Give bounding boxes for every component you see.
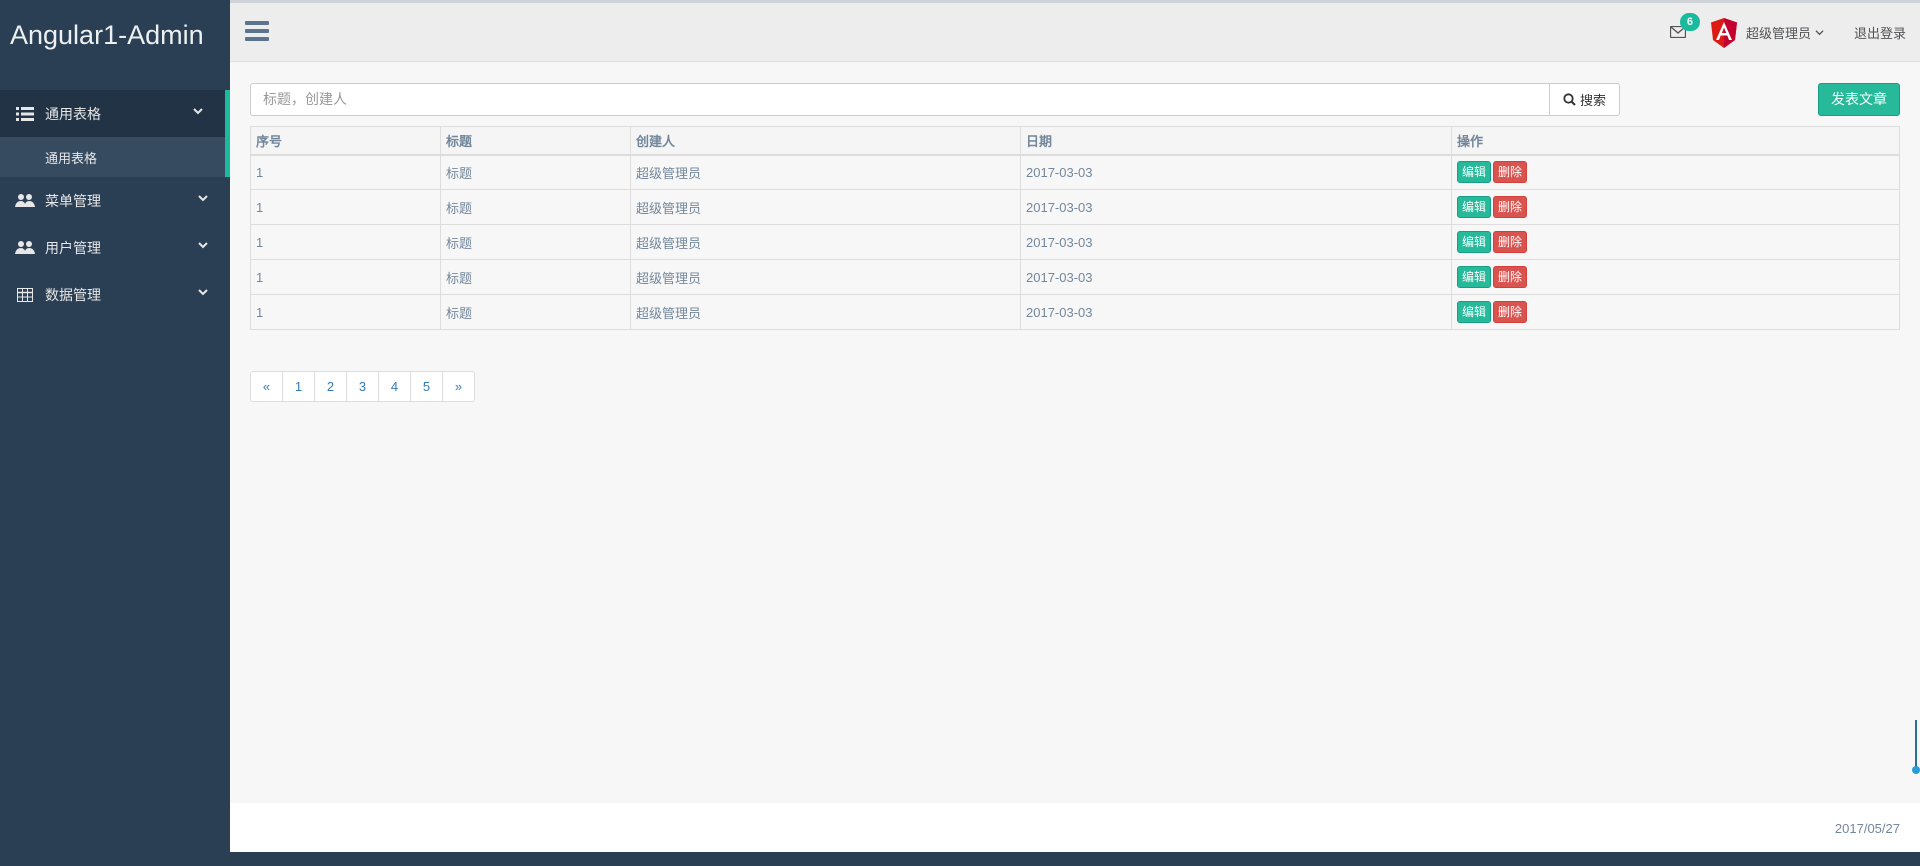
user-menu[interactable]: 超级管理员 bbox=[1710, 17, 1824, 48]
logout-link[interactable]: 退出登录 bbox=[1854, 23, 1906, 42]
cell-creator: 超级管理员 bbox=[630, 224, 1021, 260]
table-row: 1 标题 超级管理员 2017-03-03 编辑 删除 bbox=[250, 259, 1900, 295]
table-row: 1 标题 超级管理员 2017-03-03 编辑 删除 bbox=[250, 189, 1900, 225]
column-header[interactable]: 操作 bbox=[1451, 126, 1900, 156]
data-table: 序号 标题 创建人 日期 操作 1 标题 超级管理员 2017-03-03 编辑… bbox=[250, 126, 1900, 330]
cell-actions: 编辑 删除 bbox=[1451, 189, 1900, 225]
top-nav: 6 超级管理员 退出登录 bbox=[230, 0, 1920, 62]
sidebar-item-label: 用户管理 bbox=[45, 239, 101, 256]
delete-button[interactable]: 删除 bbox=[1493, 196, 1528, 218]
chevron-down-icon bbox=[198, 242, 208, 249]
pagination-page[interactable]: 2 bbox=[314, 371, 347, 402]
cell-actions: 编辑 删除 bbox=[1451, 259, 1900, 295]
app-title[interactable]: Angular1-Admin bbox=[0, 0, 230, 70]
cell-creator: 超级管理员 bbox=[630, 259, 1021, 295]
cell-actions: 编辑 删除 bbox=[1451, 224, 1900, 260]
top-nav-right: 6 超级管理员 退出登录 bbox=[1669, 3, 1906, 62]
cell-creator: 超级管理员 bbox=[630, 294, 1021, 330]
table-row: 1 标题 超级管理员 2017-03-03 编辑 删除 bbox=[250, 224, 1900, 260]
table-icon bbox=[15, 287, 35, 302]
pagination-page[interactable]: 4 bbox=[378, 371, 411, 402]
main-panel: 6 超级管理员 退出登录 搜索 发表文章 bbox=[230, 0, 1920, 852]
column-header[interactable]: 标题 bbox=[440, 126, 631, 156]
search-input[interactable] bbox=[250, 82, 1550, 116]
sidebar-item-data-manage[interactable]: 数据管理 bbox=[0, 271, 230, 318]
cell-actions: 编辑 删除 bbox=[1451, 294, 1900, 330]
delete-button[interactable]: 删除 bbox=[1493, 231, 1528, 253]
sidebar-item-menu-manage[interactable]: 菜单管理 bbox=[0, 177, 230, 224]
pagination-page[interactable]: 5 bbox=[410, 371, 443, 402]
cell-title: 标题 bbox=[440, 154, 631, 190]
delete-button[interactable]: 删除 bbox=[1493, 266, 1528, 288]
cell-date: 2017-03-03 bbox=[1020, 189, 1452, 225]
users-icon bbox=[15, 193, 35, 208]
angular-logo-icon bbox=[1710, 17, 1737, 48]
delete-button[interactable]: 删除 bbox=[1493, 301, 1528, 323]
delete-button[interactable]: 删除 bbox=[1493, 161, 1528, 184]
mail-button[interactable]: 6 bbox=[1669, 12, 1700, 40]
content-area: 搜索 发表文章 序号 标题 创建人 日期 操作 1 标题 超级管理员 201 bbox=[230, 62, 1920, 402]
search-button[interactable]: 搜索 bbox=[1550, 82, 1620, 116]
cell-title: 标题 bbox=[440, 189, 631, 225]
table-row: 1 标题 超级管理员 2017-03-03 编辑 删除 bbox=[250, 294, 1900, 330]
edit-button[interactable]: 编辑 bbox=[1457, 301, 1492, 323]
cell-title: 标题 bbox=[440, 259, 631, 295]
chevron-down-icon bbox=[193, 108, 203, 115]
list-icon bbox=[15, 106, 35, 121]
column-header[interactable]: 日期 bbox=[1020, 126, 1452, 156]
cell-actions: 编辑 删除 bbox=[1451, 154, 1900, 190]
footer-date: 2017/05/27 bbox=[1834, 821, 1900, 836]
pagination: « 1 2 3 4 5 » bbox=[250, 371, 1900, 402]
table-row: 1 标题 超级管理员 2017-03-03 编辑 删除 bbox=[250, 154, 1900, 190]
publish-article-button[interactable]: 发表文章 bbox=[1818, 82, 1900, 116]
scroll-indicator[interactable] bbox=[1912, 720, 1920, 776]
cell-id: 1 bbox=[250, 154, 441, 190]
cell-creator: 超级管理员 bbox=[630, 189, 1021, 225]
cell-title: 标题 bbox=[440, 224, 631, 260]
pagination-prev[interactable]: « bbox=[250, 371, 283, 402]
sidebar-item-user-manage[interactable]: 用户管理 bbox=[0, 224, 230, 271]
cell-title: 标题 bbox=[440, 294, 631, 330]
cell-date: 2017-03-03 bbox=[1020, 224, 1452, 260]
edit-button[interactable]: 编辑 bbox=[1457, 196, 1492, 218]
users-icon bbox=[15, 240, 35, 255]
cell-id: 1 bbox=[250, 259, 441, 295]
sidebar-item-label: 通用表格 bbox=[45, 105, 101, 122]
search-row: 搜索 发表文章 bbox=[250, 82, 1900, 116]
cell-date: 2017-03-03 bbox=[1020, 259, 1452, 295]
menu-toggle-icon[interactable] bbox=[245, 21, 269, 43]
column-header[interactable]: 序号 bbox=[250, 126, 441, 156]
cell-id: 1 bbox=[250, 224, 441, 260]
footer: 2017/05/27 bbox=[230, 803, 1920, 852]
search-button-label: 搜索 bbox=[1579, 92, 1606, 108]
edit-button[interactable]: 编辑 bbox=[1457, 231, 1492, 253]
submenu-item-general-table[interactable]: 通用表格 bbox=[0, 137, 230, 177]
edit-button[interactable]: 编辑 bbox=[1457, 266, 1492, 288]
pagination-page[interactable]: 1 bbox=[282, 371, 315, 402]
cell-id: 1 bbox=[250, 294, 441, 330]
column-header[interactable]: 创建人 bbox=[630, 126, 1021, 156]
cell-date: 2017-03-03 bbox=[1020, 294, 1452, 330]
chevron-down-icon bbox=[1815, 30, 1824, 36]
mail-count-badge: 6 bbox=[1679, 12, 1700, 31]
chevron-down-icon bbox=[198, 289, 208, 296]
sidebar-menu: 通用表格 通用表格 菜单管理 用户管理 数据管理 bbox=[0, 90, 230, 318]
edit-button[interactable]: 编辑 bbox=[1457, 161, 1492, 184]
chevron-down-icon bbox=[198, 195, 208, 202]
cell-id: 1 bbox=[250, 189, 441, 225]
sidebar-item-label: 数据管理 bbox=[45, 286, 101, 303]
pagination-page[interactable]: 3 bbox=[346, 371, 379, 402]
cell-creator: 超级管理员 bbox=[630, 154, 1021, 190]
user-name: 超级管理员 bbox=[1745, 26, 1811, 41]
sidebar-item-label: 菜单管理 bbox=[45, 192, 101, 209]
sidebar-item-general-table[interactable]: 通用表格 bbox=[0, 90, 230, 137]
pagination-next[interactable]: » bbox=[442, 371, 475, 402]
table-header-row: 序号 标题 创建人 日期 操作 bbox=[250, 126, 1900, 156]
search-icon bbox=[1563, 92, 1576, 106]
sidebar: Angular1-Admin 通用表格 通用表格 菜单管理 用户管理 数据管理 bbox=[0, 0, 230, 866]
cell-date: 2017-03-03 bbox=[1020, 154, 1452, 190]
